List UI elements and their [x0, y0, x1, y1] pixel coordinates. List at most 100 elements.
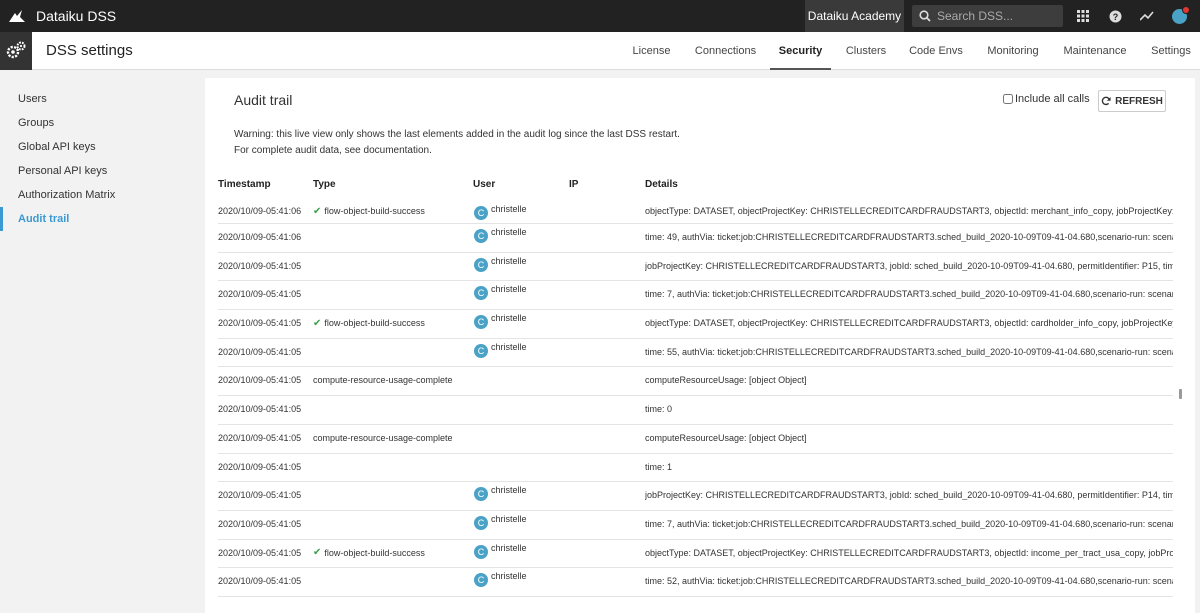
table-row[interactable]: 2020/10/09-05:41:05 Cchristelle time: 55, … [218, 339, 1173, 368]
column-timestamp[interactable]: Timestamp [218, 179, 271, 190]
tab-monitoring[interactable]: Monitoring [981, 32, 1045, 70]
user-name[interactable]: christelle [491, 514, 527, 524]
refresh-icon [1101, 96, 1111, 106]
user-cell[interactable]: Cchristelle [474, 256, 624, 272]
check-icon: ✔ [313, 206, 322, 216]
app-title[interactable]: Dataiku DSS [36, 8, 116, 24]
tab-code-envs[interactable]: Code Envs [904, 32, 968, 70]
details-cell: time: 49, authVia: ticket:job:CHRISTELLE… [645, 232, 1173, 242]
refresh-button[interactable]: REFRESH [1098, 90, 1166, 112]
user-name[interactable]: christelle [491, 571, 527, 581]
details-cell: jobProjectKey: CHRISTELLECREDITCARDFRAUD… [645, 490, 1173, 501]
trend-icon[interactable] [1139, 8, 1155, 24]
user-avatar-icon: C [474, 315, 488, 330]
check-icon: ✔ [313, 547, 322, 558]
table-row[interactable]: 2020/10/09-05:41:05 Cchristelle time: 52, … [218, 568, 1173, 597]
include-all-calls[interactable]: Include all calls [1003, 93, 1090, 105]
user-cell[interactable]: Cchristelle [474, 571, 624, 588]
type-label: flow-object-build-success [324, 206, 425, 216]
page-header: DSS settings License Connections Securit… [0, 32, 1200, 70]
help-icon[interactable]: ? [1107, 8, 1123, 24]
tab-connections[interactable]: Connections [690, 32, 761, 70]
column-ip[interactable]: IP [569, 179, 578, 190]
scrollbar-thumb[interactable] [1179, 389, 1182, 399]
user-name[interactable]: christelle [491, 204, 527, 214]
include-all-calls-checkbox[interactable] [1003, 94, 1013, 104]
table-row[interactable]: 2020/10/09-05:41:05 time: 0 [218, 396, 1173, 425]
table-row[interactable]: 2020/10/09-05:41:06 ✔ flow-object-build-su… [218, 204, 1173, 224]
gears-icon [0, 32, 32, 70]
sidebar-item-audit-trail[interactable]: Audit trail [0, 207, 204, 231]
details-cell: objectType: DATASET, objectProjectKey: C… [645, 547, 1173, 558]
tab-maintenance[interactable]: Maintenance [1059, 32, 1131, 70]
academy-button[interactable]: Dataiku Academy [805, 0, 904, 32]
table-row[interactable]: 2020/10/09-05:41:05 compute-resource-usag… [218, 425, 1173, 454]
table-row[interactable]: 2020/10/09-05:41:05 compute-resource-usag… [218, 367, 1173, 397]
user-name[interactable]: christelle [491, 485, 527, 495]
sidebar-item-groups[interactable]: Groups [0, 111, 204, 135]
search-box[interactable] [912, 5, 1063, 27]
sidebar-item-authorization-matrix[interactable]: Authorization Matrix [0, 183, 204, 207]
tab-settings[interactable]: Settings [1146, 32, 1196, 70]
table-row[interactable]: 2020/10/09-05:41:05 ✔ flow-object-build-su… [218, 310, 1173, 339]
details-cell: computeResourceUsage: [object Object] [645, 375, 807, 386]
type-cell: compute-resource-usage-complete [313, 433, 468, 443]
user-cell[interactable]: Cchristelle [474, 227, 624, 243]
notification-dot [1182, 6, 1190, 14]
user-cell[interactable]: Cchristelle [474, 543, 624, 559]
audit-table-body[interactable]: 2020/10/09-05:41:06 ✔ flow-object-build-su… [218, 204, 1173, 613]
timestamp-cell: 2020/10/09-05:41:05 [218, 260, 302, 271]
sidebar-item-global-api-keys[interactable]: Global API keys [0, 135, 204, 159]
user-name[interactable]: christelle [491, 342, 527, 352]
sidebar-item-users[interactable]: Users [0, 87, 204, 111]
grid-icon[interactable] [1075, 8, 1091, 24]
details-cell: objectType: DATASET, objectProjectKey: C… [645, 206, 1173, 216]
type-label: compute-resource-usage-complete [313, 375, 453, 386]
column-details[interactable]: Details [645, 179, 678, 190]
column-type[interactable]: Type [313, 179, 336, 190]
user-name[interactable]: christelle [491, 284, 527, 294]
user-name[interactable]: christelle [491, 543, 527, 553]
include-all-calls-label: Include all calls [1015, 93, 1090, 105]
sidebar-item-personal-api-keys[interactable]: Personal API keys [0, 159, 204, 183]
table-row[interactable]: 2020/10/09-05:41:05 Cchristelle time: 7, a… [218, 511, 1173, 540]
table-row[interactable]: 2020/10/09-05:41:05 ✔ flow-object-build-su… [218, 540, 1173, 569]
bird-logo-icon[interactable] [2, 0, 32, 32]
tab-security[interactable]: Security [770, 32, 831, 70]
details-cell: jobProjectKey: CHRISTELLECREDITCARDFRAUD… [645, 260, 1173, 271]
warning-text: Warning: this live view only shows the l… [234, 127, 680, 159]
timestamp-cell: 2020/10/09-05:41:06 [218, 232, 302, 242]
timestamp-cell: 2020/10/09-05:41:06 [218, 206, 302, 216]
user-cell[interactable]: Cchristelle [474, 313, 624, 330]
details-cell: time: 55, authVia: ticket:job:CHRISTELLE… [645, 346, 1173, 357]
table-row[interactable]: 2020/10/09-05:41:05 time: 1 [218, 454, 1173, 483]
column-user[interactable]: User [473, 179, 495, 190]
user-cell[interactable]: Cchristelle [474, 342, 624, 358]
details-cell: time: 7, authVia: ticket:job:CHRISTELLEC… [645, 289, 1173, 300]
details-cell: time: 7, authVia: ticket:job:CHRISTELLEC… [645, 518, 1173, 529]
tab-clusters[interactable]: Clusters [840, 32, 892, 70]
search-input[interactable] [937, 9, 1057, 23]
user-name[interactable]: christelle [491, 227, 527, 237]
timestamp-cell: 2020/10/09-05:41:05 [218, 547, 302, 558]
table-row[interactable]: 2020/10/09-05:41:05 Cchristelle time: 7, a… [218, 281, 1173, 311]
timestamp-cell: 2020/10/09-05:41:05 [218, 490, 302, 501]
user-name[interactable]: christelle [491, 256, 527, 266]
user-cell[interactable]: Cchristelle [474, 284, 624, 301]
warning-line[interactable]: For complete audit data, see documentati… [234, 143, 680, 159]
timestamp-cell: 2020/10/09-05:41:05 [218, 289, 302, 300]
tab-license[interactable]: License [624, 32, 679, 70]
type-cell: ✔ flow-object-build-success [313, 206, 468, 216]
table-row[interactable]: 2020/10/09-05:41:05 Cchristelle jobProject… [218, 253, 1173, 282]
details-cell: time: 1 [645, 461, 673, 472]
user-name[interactable]: christelle [491, 313, 527, 323]
table-row[interactable]: 2020/10/09-05:41:06 Cchristelle time: 49, … [218, 224, 1173, 253]
details-cell: computeResourceUsage: [object Object] [645, 432, 807, 443]
timestamp-cell: 2020/10/09-05:41:05 [218, 404, 302, 415]
user-cell[interactable]: Cchristelle [474, 485, 624, 502]
details-cell: time: 52, authVia: ticket:job:CHRISTELLE… [645, 576, 1173, 587]
user-cell[interactable]: Cchristelle [474, 514, 624, 530]
user-cell[interactable]: Cchristelle [474, 204, 624, 220]
table-row[interactable]: 2020/10/09-05:41:05 Cchristelle jobProject… [218, 482, 1173, 511]
type-cell: compute-resource-usage-complete [313, 375, 468, 385]
